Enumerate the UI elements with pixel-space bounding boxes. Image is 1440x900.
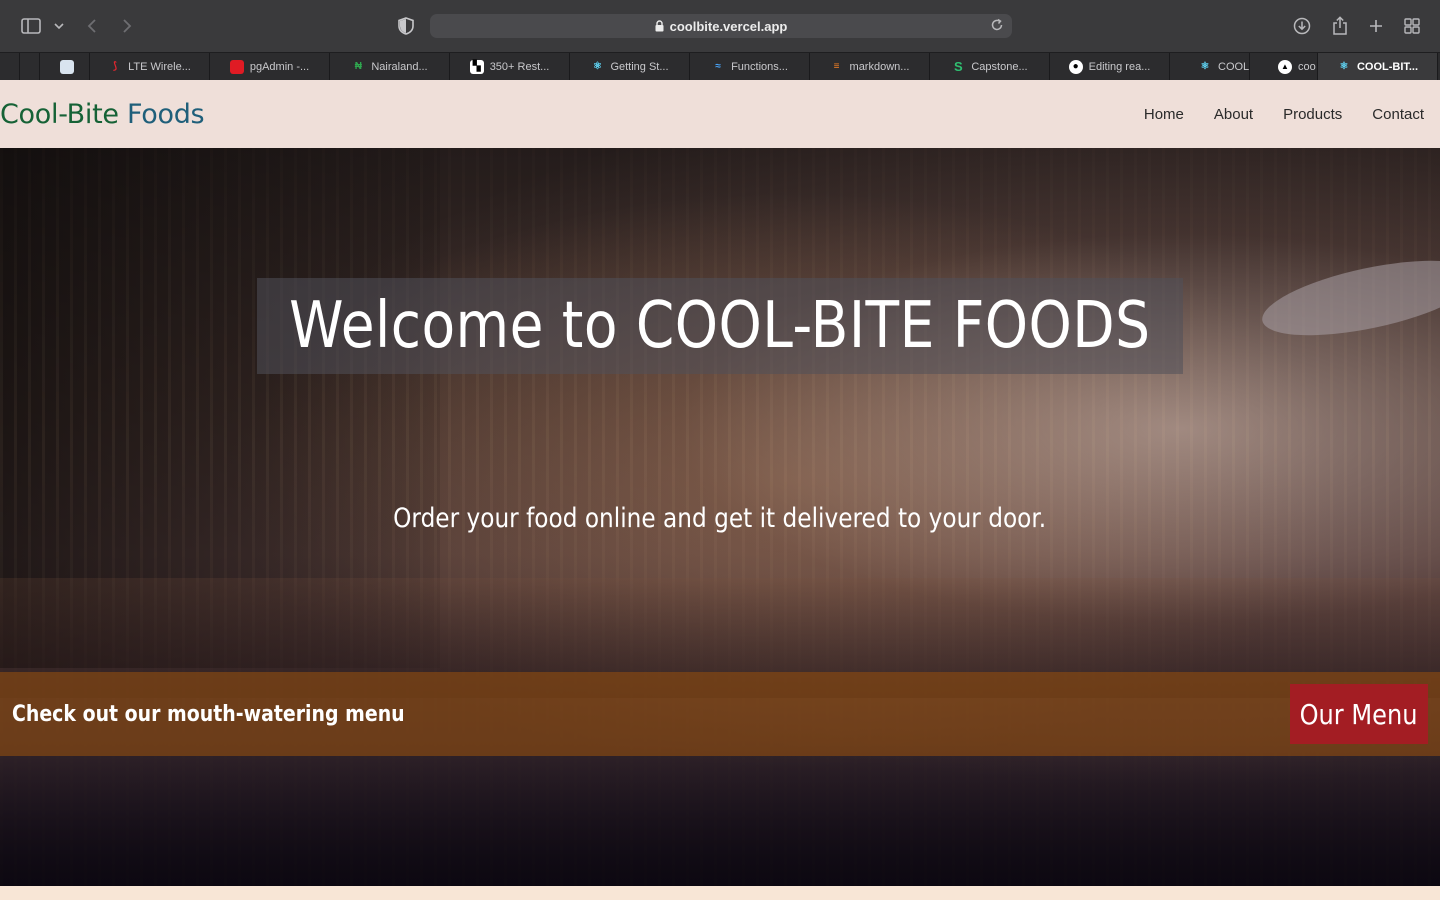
tab-label: Capstone... [971,60,1028,73]
tab-pinned-1[interactable] [0,53,20,80]
hero-title: Welcome to COOL-BITE FOODS [289,289,1151,363]
nairaland-icon: ₦ [354,61,362,72]
hero-title-box: Welcome to COOL-BITE FOODS [257,278,1183,374]
tab-capstone[interactable]: S Capstone... [930,53,1050,80]
browser-toolbar: coolbite.vercel.app [0,0,1440,52]
react-icon: ⚛ [1339,61,1349,72]
tab-cool-bite-active[interactable]: ⚛ COOL-BIT... [1318,53,1438,80]
tab-label: COOL- [1218,60,1250,73]
brand-name-part1: Cool-Bite [0,98,119,130]
forward-icon[interactable] [119,14,135,38]
address-bar[interactable]: coolbite.vercel.app [430,14,1012,38]
lock-icon [655,20,664,32]
tab-label: LTE Wirele... [128,60,191,73]
tab-restaurant[interactable]: ▚ 350+ Rest... [450,53,570,80]
our-menu-button-label: Our Menu [1300,697,1418,731]
site-header: Cool-Bite Foods Home About Products Cont… [0,80,1440,148]
menu-banner-label: Check out our mouth-watering menu [12,701,405,727]
tab-label: Getting St... [610,60,669,73]
tab-label: Editing rea... [1088,60,1151,73]
back-icon[interactable] [84,14,100,38]
our-menu-button[interactable]: Our Menu [1290,684,1428,744]
pgadmin-icon [229,59,244,74]
reload-icon[interactable] [990,18,1004,32]
hero-subtitle-text: Order your food online and get it delive… [393,503,1047,534]
tab-label: 350+ Rest... [489,60,550,73]
tab-getting-started[interactable]: ⚛ Getting St... [570,53,690,80]
tab-label: pgAdmin -... [249,60,310,73]
tab-label: Functions... [731,60,788,73]
privacy-shield-icon[interactable] [396,14,416,38]
vercel-icon: ▲ [1278,59,1292,74]
chevron-down-icon[interactable] [52,14,66,38]
tab-markdown[interactable]: ≡ markdown... [810,53,930,80]
nav-about-link[interactable]: About [1214,106,1253,123]
document-icon [60,59,74,74]
red-swoosh-icon: ⟆ [113,61,118,72]
url-text: coolbite.vercel.app [669,18,788,34]
tab-label: COOL-BIT... [1356,60,1419,73]
menu-banner-text: Check out our mouth-watering menu [0,702,469,727]
tab-lte[interactable]: ⟆ LTE Wirele... [90,53,210,80]
page-footer-strip [0,886,1440,900]
tab-nairaland[interactable]: ₦ Nairaland... [330,53,450,80]
tab-coo[interactable]: ▲ coo [1250,53,1318,80]
share-icon[interactable] [1330,14,1350,38]
brand-logo[interactable]: Cool-Bite Foods [0,98,205,130]
tab-editing-readme[interactable]: ● Editing rea... [1050,53,1170,80]
menu-banner: Check out our mouth-watering menu Our Me… [0,672,1440,756]
tab-cool[interactable]: ⚛ COOL- [1170,53,1250,80]
tab-pinned-2[interactable] [20,53,40,80]
tab-pgadmin[interactable]: pgAdmin -... [210,53,330,80]
tab-bar: ⟆ LTE Wirele... pgAdmin -... ₦ Nairaland… [0,52,1440,80]
nav-products-link[interactable]: Products [1283,106,1342,123]
hero-subtitle: Order your food online and get it delive… [0,503,1440,534]
tab-label: Nairaland... [371,60,428,73]
hero-section: Welcome to COOL-BITE FOODS Order your fo… [0,148,1440,886]
nav-contact-link[interactable]: Contact [1372,106,1424,123]
react-icon: ⚛ [1200,61,1210,72]
github-icon: ● [1068,59,1083,74]
downloads-icon[interactable] [1292,14,1312,38]
tab-overview-icon[interactable] [1403,14,1421,38]
checker-icon: ▚ [469,59,484,74]
tab-document[interactable] [40,53,90,80]
brand-name-part2: Foods [118,98,205,130]
capstone-s-icon: S [954,59,963,74]
nav-home-link[interactable]: Home [1144,106,1184,123]
wave-icon: ≈ [715,61,721,72]
stackoverflow-icon: ≡ [833,61,840,72]
tab-functions[interactable]: ≈ Functions... [690,53,810,80]
main-nav: Home About Products Contact [1114,106,1440,123]
tab-label: markdown... [849,60,910,73]
sidebar-toggle-icon[interactable] [20,14,42,38]
react-icon: ⚛ [592,61,602,72]
tab-label: coo [1298,60,1316,73]
new-tab-icon[interactable] [1367,14,1385,38]
